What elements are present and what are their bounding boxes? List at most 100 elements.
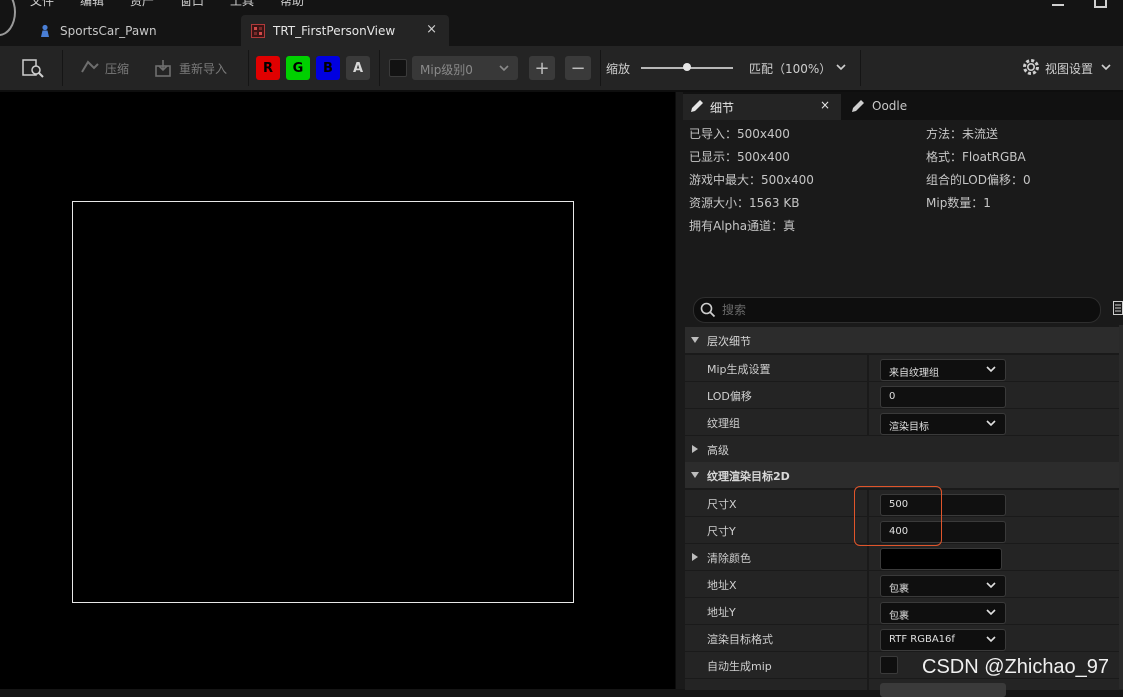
menu-help[interactable]: 帮助 (280, 0, 304, 9)
field-value: 0 (889, 391, 896, 402)
search-icon (700, 302, 716, 318)
reimport-button[interactable]: 重新导入 (179, 60, 227, 77)
mip-level-value: Mip级别0 (420, 63, 473, 77)
texture-preview (72, 201, 574, 603)
reimport-icon (155, 60, 171, 77)
list-view-icon[interactable] (1113, 301, 1123, 315)
chevron-down-icon (1101, 64, 1111, 71)
channel-b-toggle[interactable]: B (316, 56, 340, 80)
info-max-ingame: 游戏中最大：500x400 (689, 173, 814, 187)
tab-label: SportsCar_Pawn (60, 23, 157, 38)
category-label: 纹理渲染目标2D (707, 470, 790, 483)
close-tab-icon[interactable]: × (426, 22, 437, 37)
toolbar-divider (62, 50, 63, 86)
zoom-label: 缩放 (606, 62, 631, 76)
info-imported: 已导入：500x400 (689, 127, 790, 141)
property-label: 纹理组 (707, 417, 740, 430)
menu-edit[interactable]: 编辑 (80, 0, 104, 9)
mip-gen-settings-dropdown[interactable]: 来自纹理组 (880, 359, 1006, 381)
property-label: Mip生成设置 (707, 363, 771, 376)
maximize-icon[interactable] (1094, 0, 1107, 8)
browse-asset-icon[interactable] (22, 57, 44, 79)
watermark: CSDN @Zhichao_97 (922, 656, 1110, 678)
chevron-down-icon (986, 366, 996, 373)
chevron-down-icon (986, 609, 996, 616)
collapsed-arrow-icon (692, 553, 698, 561)
address-y-dropdown[interactable]: 包裹 (880, 602, 1006, 624)
chevron-down-icon (986, 636, 996, 643)
property-label: 尺寸X (707, 498, 737, 511)
view-settings-button[interactable]: 视图设置 (1045, 60, 1093, 77)
info-method: 方法：未流送 (926, 127, 999, 141)
property-row: Mip生成设置 来自纹理组 (685, 354, 1123, 381)
compress-button[interactable]: 压缩 (105, 60, 129, 77)
details-search[interactable] (693, 297, 1101, 323)
expanded-arrow-icon (691, 337, 699, 343)
compress-icon (81, 60, 99, 73)
toolbar-divider (860, 50, 861, 86)
channel-a-toggle[interactable]: A (346, 56, 370, 80)
category-label: 层次细节 (707, 335, 751, 348)
auto-generate-mips-checkbox[interactable] (880, 656, 898, 674)
property-row: 地址Y 包裹 (685, 597, 1123, 624)
dropdown-field[interactable] (880, 683, 1006, 697)
toolbar-divider (379, 50, 380, 86)
render-target-icon (251, 23, 265, 38)
category-render-target-2d[interactable]: 纹理渲染目标2D (685, 462, 1123, 488)
menu-window[interactable]: 窗口 (180, 0, 204, 9)
toolbar-divider (248, 50, 249, 86)
address-x-dropdown[interactable]: 包裹 (880, 575, 1006, 597)
details-scrollbar[interactable] (1119, 325, 1123, 689)
channel-g-toggle[interactable]: G (286, 56, 310, 80)
dropdown-value: RTF RGBA16f (889, 634, 955, 645)
mip-level-dropdown[interactable]: Mip级别0 (412, 56, 518, 80)
pawn-icon (41, 24, 49, 37)
expanded-arrow-icon (691, 472, 699, 478)
property-label: 自动生成mip (707, 660, 772, 673)
mip-decrease-button[interactable]: − (565, 56, 591, 80)
chevron-down-icon (986, 420, 996, 427)
chevron-down-icon (986, 582, 996, 589)
property-row: 渲染目标格式 RTF RGBA16f (685, 624, 1123, 651)
tab-label: 细节 (710, 101, 735, 115)
property-row: 地址X 包裹 (685, 570, 1123, 597)
tab-sportscar-pawn[interactable]: SportsCar_Pawn (28, 15, 238, 46)
info-format: 格式：FloatRGBA (926, 150, 1026, 164)
property-label: LOD偏移 (707, 390, 752, 403)
minimize-icon[interactable] (1052, 0, 1064, 6)
close-tab-icon[interactable]: × (820, 98, 830, 112)
info-displayed: 已显示：500x400 (689, 150, 790, 164)
pencil-icon (691, 100, 703, 112)
category-label: 高级 (707, 444, 729, 457)
menu-file[interactable]: 文件 (30, 0, 54, 9)
property-row (685, 678, 1123, 697)
property-row: LOD偏移 0 (685, 381, 1123, 408)
toolbar-divider (600, 50, 601, 86)
lod-bias-field[interactable]: 0 (880, 386, 1006, 408)
tab-details[interactable]: 细节 × (683, 94, 841, 120)
menu-tools[interactable]: 工具 (230, 0, 254, 9)
zoom-slider-handle[interactable] (683, 63, 691, 71)
chevron-down-icon (499, 65, 509, 72)
info-resource-size: 资源大小：1563 KB (689, 196, 800, 210)
property-label: 尺寸Y (707, 525, 736, 538)
mip-level-checkbox[interactable] (389, 59, 407, 77)
info-lod-bias: 组合的LOD偏移：0 (926, 173, 1031, 187)
channel-r-toggle[interactable]: R (256, 56, 280, 80)
category-lod[interactable]: 层次细节 (685, 327, 1123, 353)
mip-increase-button[interactable]: + (529, 56, 555, 80)
menu-asset[interactable]: 资产 (130, 0, 154, 9)
property-row: 清除颜色 (685, 543, 1123, 570)
dropdown-value: 包裹 (889, 584, 909, 595)
clear-color-swatch[interactable] (880, 548, 1002, 570)
zoom-fit-dropdown[interactable]: 匹配（100%） (749, 60, 831, 77)
dropdown-value: 包裹 (889, 611, 909, 622)
search-input[interactable] (720, 301, 1084, 319)
texture-group-dropdown[interactable]: 渲染目标 (880, 413, 1006, 435)
tab-trt-firstpersonview[interactable]: TRT_FirstPersonView × (241, 15, 449, 46)
category-advanced[interactable]: 高级 (685, 435, 1123, 462)
property-row: 纹理组 渲染目标 (685, 408, 1123, 435)
property-label: 清除颜色 (707, 552, 751, 565)
render-target-format-dropdown[interactable]: RTF RGBA16f (880, 629, 1006, 651)
dropdown-value: 渲染目标 (889, 422, 929, 433)
